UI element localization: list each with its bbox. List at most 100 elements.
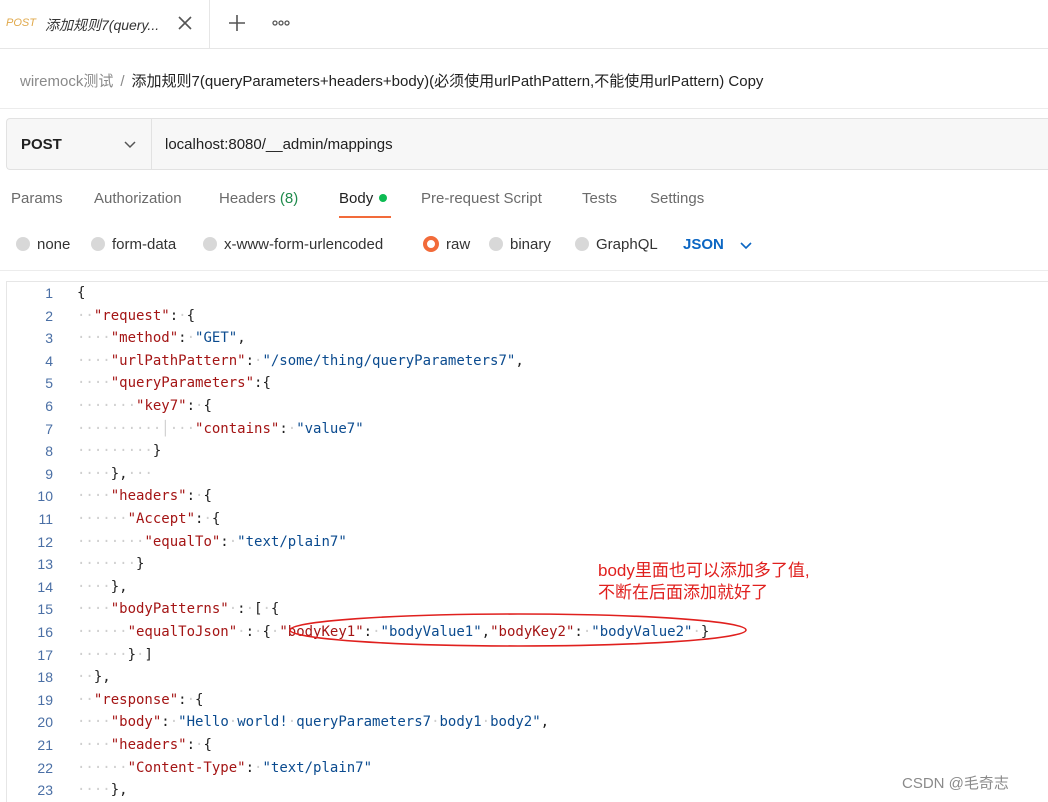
- breadcrumb-separator: /: [120, 73, 125, 90]
- tab-title: 添加规则7(query...: [45, 17, 160, 33]
- code-line: ··},: [77, 669, 111, 686]
- radio-label: GraphQL: [596, 236, 658, 253]
- url-input[interactable]: localhost:8080/__admin/mappings: [165, 136, 393, 153]
- code-line: ··········│···"contains":·"value7": [77, 420, 364, 437]
- line-number: 18: [37, 669, 53, 686]
- url-bar: POST localhost:8080/__admin/mappings: [6, 118, 1048, 170]
- code-line: ······}·]: [77, 646, 153, 663]
- code-line: ····},: [77, 578, 128, 595]
- tab-tests[interactable]: Tests: [582, 190, 617, 207]
- watermark: CSDN @毛奇志: [902, 775, 1009, 792]
- breadcrumb-collection[interactable]: wiremock测试: [20, 73, 113, 90]
- line-number: 3: [45, 330, 53, 347]
- line-number: 20: [37, 714, 53, 731]
- code-line: ··"response":·{: [77, 691, 204, 708]
- line-number: 7: [45, 420, 53, 437]
- radio-graphql[interactable]: GraphQL: [575, 236, 658, 256]
- divider: [0, 108, 1048, 109]
- line-number: 23: [37, 782, 53, 799]
- annotation-line-2: 不断在后面添加就好了: [598, 583, 768, 602]
- radio-circle: [489, 237, 503, 251]
- line-number: 1: [45, 285, 53, 301]
- code-line: ····"urlPathPattern":·"/some/thing/query…: [77, 352, 524, 369]
- code-editor[interactable]: 1 2 3 4 5 6 7 8 9 10 11 12 13 14 15 16 17 18 19 20 21 22 23 {·…: [6, 281, 1048, 802]
- radio-x-www-form-urlencoded[interactable]: x-www-form-urlencoded: [203, 236, 383, 256]
- tab-authorization[interactable]: Authorization: [94, 190, 182, 207]
- code-line: ········"equalTo":·"text/plain7": [77, 533, 347, 550]
- line-number: 12: [37, 533, 53, 550]
- headers-count: (8): [279, 190, 299, 207]
- code-line: ····"body":·"Hello·world!·queryParameter…: [77, 714, 550, 731]
- tab-body-label: Body: [339, 190, 374, 207]
- code-line: ····"queryParameters":{: [77, 375, 271, 392]
- language-select[interactable]: JSON: [683, 236, 724, 253]
- code-line: ······"Content-Type":·"text/plain7": [77, 759, 373, 776]
- radio-label: form-data: [112, 236, 177, 253]
- radio-label: binary: [510, 236, 551, 253]
- request-tab[interactable]: POST 添加规则7(query...: [0, 0, 210, 48]
- radio-circle: [16, 237, 30, 251]
- line-number: 22: [37, 759, 53, 776]
- radio-binary[interactable]: binary: [489, 236, 551, 256]
- body-active-dot: [379, 194, 388, 202]
- request-tabs: Params Authorization Headers (8) Body Pr…: [0, 186, 1048, 222]
- code-line: ····"method":·"GET",: [77, 330, 246, 347]
- line-number-gutter: 1 2 3 4 5 6 7 8 9 10 11 12 13 14 15 16 17 18 19 20 21 22 23: [7, 282, 67, 802]
- radio-circle: [203, 237, 217, 251]
- chevron-down-icon[interactable]: [739, 238, 753, 252]
- tab-method-label: POST: [6, 17, 36, 29]
- radio-circle: [91, 237, 105, 251]
- body-type-options: none form-data x-www-form-urlencoded raw…: [0, 232, 1048, 260]
- breadcrumb: wiremock测试 / 添加规则7(queryParameters+headers…: [20, 70, 763, 91]
- radio-label: none: [37, 236, 71, 253]
- line-number: 16: [37, 624, 53, 640]
- radio-label: x-www-form-urlencoded: [224, 236, 384, 253]
- code-line: ·········}: [77, 443, 162, 460]
- code-line: ·······"key7":·{: [77, 398, 212, 414]
- method-label: POST: [21, 136, 62, 153]
- code-line: ··"request":·{: [77, 307, 196, 324]
- request-name[interactable]: 添加规则7(queryParameters+headers+body)(必须使用…: [132, 73, 764, 90]
- code-line: ·······}: [77, 556, 145, 573]
- radio-none[interactable]: none: [16, 236, 70, 256]
- radio-circle: [575, 237, 589, 251]
- line-number: 10: [37, 488, 53, 505]
- line-number: 8: [45, 443, 53, 460]
- code-line: ····"headers":·{: [77, 488, 212, 505]
- plus-icon[interactable]: [226, 12, 248, 34]
- tab-bar: POST 添加规则7(query...: [0, 0, 1048, 49]
- line-number: 6: [45, 398, 53, 414]
- code-line: {: [77, 285, 86, 301]
- code-line: ····},: [77, 782, 128, 799]
- line-number: 5: [45, 375, 53, 392]
- tab-body[interactable]: Body: [339, 190, 388, 207]
- line-number: 15: [37, 601, 53, 618]
- line-number: 19: [37, 691, 53, 708]
- tab-headers[interactable]: Headers (8): [219, 190, 298, 207]
- chevron-down-icon: [124, 141, 136, 149]
- line-number: 2: [45, 307, 53, 324]
- tab-settings[interactable]: Settings: [650, 190, 704, 207]
- line-number: 11: [38, 511, 53, 527]
- code-line: ····"bodyPatterns"·:·[·{: [77, 601, 280, 618]
- radio-label: raw: [446, 236, 471, 253]
- divider: [0, 270, 1048, 271]
- line-number: 9: [45, 465, 53, 482]
- radio-raw[interactable]: raw: [423, 236, 470, 256]
- radio-circle-selected: [423, 236, 439, 252]
- tab-headers-label: Headers: [219, 190, 276, 207]
- active-tab-underline: [339, 216, 391, 218]
- code-line: ····},···: [77, 465, 153, 482]
- code-line: ····"headers":·{: [77, 737, 212, 753]
- line-number: 21: [37, 737, 53, 753]
- close-icon[interactable]: [175, 13, 195, 33]
- line-number: 17: [37, 646, 53, 663]
- tab-params[interactable]: Params: [11, 190, 63, 207]
- tab-pre-request-script[interactable]: Pre-request Script: [421, 190, 542, 207]
- annotation-line-1: body里面也可以添加多了值,: [598, 561, 810, 580]
- code-line: ······"Accept":·{: [77, 511, 221, 527]
- radio-form-data[interactable]: form-data: [91, 236, 176, 256]
- annotation-note: body里面也可以添加多了值, 不断在后面添加就好了: [598, 560, 810, 604]
- more-icon[interactable]: [270, 12, 292, 34]
- method-select[interactable]: POST: [7, 119, 152, 169]
